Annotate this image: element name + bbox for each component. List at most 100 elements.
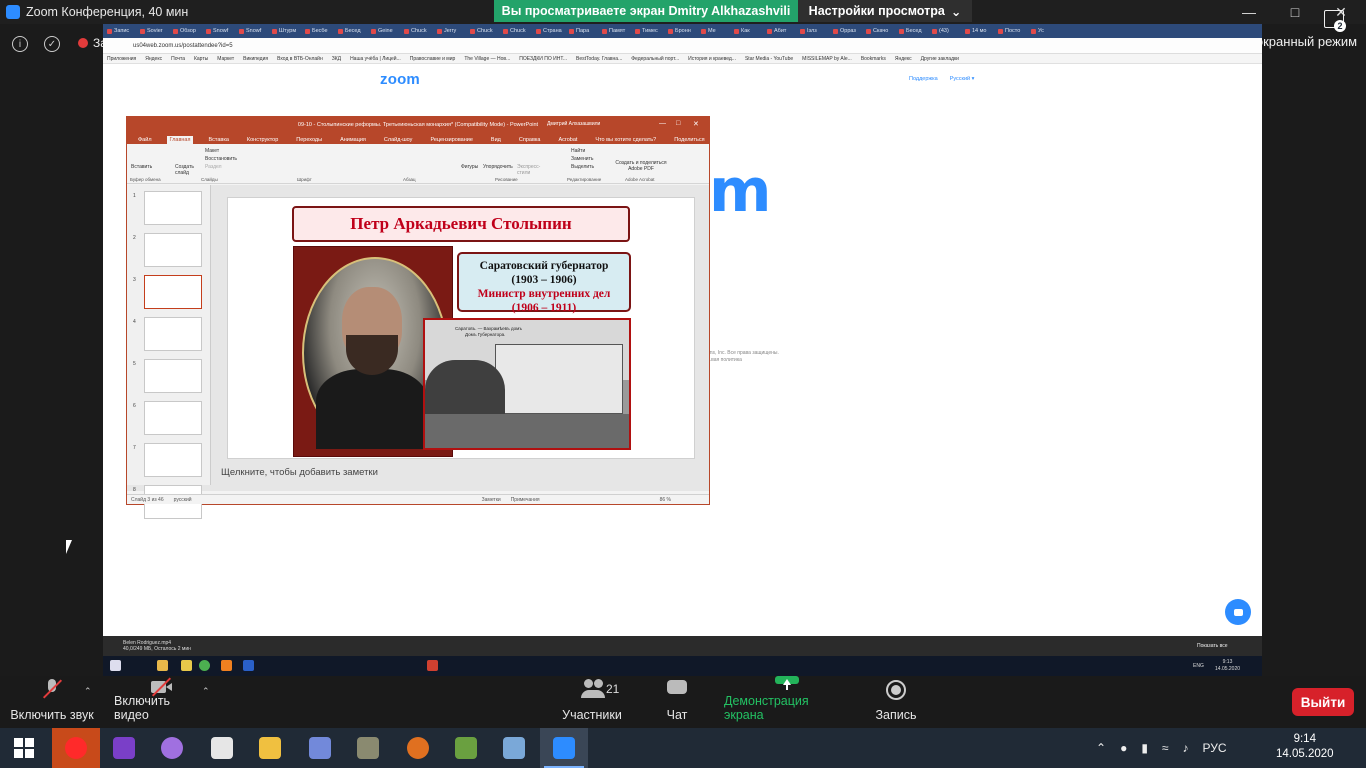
browser-tab: Скачо	[866, 28, 898, 34]
ppt-ribbon: Вставить Создать слайд Макет Восстановит…	[127, 144, 709, 184]
zoom-app-icon	[6, 5, 20, 19]
tray-wifi-icon[interactable]: ≈	[1162, 741, 1169, 755]
tab-favicon-icon	[932, 28, 937, 34]
browser-tab-label: Памят	[609, 28, 626, 34]
remote-ppt-icon	[427, 660, 438, 671]
view-options-dropdown[interactable]: Настройки просмотра ⌄	[798, 0, 972, 22]
start-video-button[interactable]: Включить видео	[114, 676, 208, 728]
taskbar-file-explorer[interactable]	[246, 728, 294, 768]
opera-icon	[65, 737, 87, 759]
bookmarks-bar: Приложения Яндекс Почта Карты Маркет Википеди…	[103, 54, 1262, 64]
leave-meeting-button[interactable]: Выйти	[1292, 688, 1354, 716]
tab-favicon-icon	[338, 28, 343, 34]
browser-tab-label: Geine	[378, 28, 393, 34]
camera-off-icon	[150, 676, 172, 693]
minimize-button[interactable]: —	[1226, 0, 1272, 24]
start-button[interactable]	[0, 728, 48, 768]
bookmark-item: Яндекс	[894, 55, 912, 62]
slide-thumbnail	[144, 275, 202, 309]
participants-label: Участники	[562, 708, 622, 722]
shapes-button: Фигуры	[461, 164, 479, 170]
zoom-control-bar: Включить звук ⌃ Включить видео ⌃ Участни…	[0, 676, 1366, 728]
browser-tab: Chuck	[503, 28, 535, 34]
windows-logo-icon	[13, 737, 35, 759]
taskbar-date: 14.05.2020	[1276, 748, 1334, 760]
chat-button[interactable]: Чат	[660, 676, 694, 728]
ppt-close-icon: ✕	[693, 121, 699, 128]
tab-favicon-icon	[371, 28, 376, 34]
tab-favicon-icon	[503, 28, 508, 34]
browser-tab: Бесед	[899, 28, 931, 34]
browser-tab-label: Бронн	[675, 28, 691, 34]
recording-dot-icon	[78, 38, 88, 48]
record-button[interactable]: Запись	[874, 676, 918, 728]
ribbon-group-paragraph: Абзац	[403, 177, 416, 182]
tab-favicon-icon	[866, 28, 871, 34]
system-tray: ⌃ ● ▮ ≈ ♪ РУС	[1096, 728, 1227, 768]
taskbar-visual-studio[interactable]	[100, 728, 148, 768]
taskbar-discord[interactable]	[296, 728, 344, 768]
bookmark-item: История и краевед...	[688, 55, 736, 62]
security-shield-icon[interactable]: ✓	[44, 36, 60, 52]
taskbar-clock[interactable]: 9:14 14.05.2020	[1276, 732, 1334, 762]
unity-icon	[211, 737, 233, 759]
slide-line-4: (1906 – 1911)	[511, 302, 577, 314]
download-bar: Belen Rodriguez.mp4 40,0/249 МБ, Осталос…	[103, 636, 1262, 656]
audio-options-caret[interactable]: ⌃	[84, 686, 92, 697]
meeting-info-icon[interactable]: i	[12, 36, 28, 52]
section-button: Раздел	[205, 164, 222, 170]
remote-date: 14.05.2020	[1215, 666, 1241, 672]
ppt-tab: Рецензирование	[430, 137, 473, 143]
layout-button: Макет	[205, 148, 220, 154]
tab-favicon-icon	[569, 28, 574, 34]
replace-button: Заменить	[571, 156, 594, 162]
tray-language[interactable]: РУС	[1203, 741, 1227, 755]
tab-favicon-icon	[965, 28, 970, 34]
zoom-footer: ..ns, Inc. Все права защищены. ...вая по…	[707, 350, 779, 364]
tab-favicon-icon	[404, 28, 409, 34]
tray-volume-icon[interactable]: ♪	[1183, 741, 1189, 755]
bookmark-item: Вход в ВТБ-Онлайн	[277, 55, 323, 62]
remote-vlc-icon	[221, 660, 232, 671]
slide-info-box: Саратовский губернатор (1903 – 1906) Мин…	[457, 252, 631, 314]
ppt-tab: Анимация	[340, 137, 366, 143]
visual-studio-icon	[113, 737, 135, 759]
maximize-button[interactable]: □	[1272, 0, 1318, 24]
browser-tab-label: Бесбе	[312, 28, 328, 34]
zoom-large-logo-text: m	[709, 156, 772, 226]
slide-title: Петр Аркадьевич Столыпин	[292, 206, 630, 242]
tray-microphone-icon[interactable]: ●	[1120, 741, 1127, 755]
ppt-tab: Справка	[518, 137, 541, 143]
slide-thumbnail	[144, 317, 202, 351]
thumbnail-number: 3	[133, 277, 136, 283]
tab-favicon-icon	[833, 28, 838, 34]
photo-app-icon	[357, 737, 379, 759]
browser-tab: Как	[734, 28, 766, 34]
ppt-tab: Вставка	[208, 137, 229, 143]
browser-tab-strip: Запис Sovier Обзор Snowf Snowf Штурм Бесбе Бесе…	[103, 24, 1262, 38]
taskbar-plot-app[interactable]	[442, 728, 490, 768]
unmute-button[interactable]: Включить звук	[10, 676, 94, 728]
taskbar-photo-app[interactable]	[344, 728, 392, 768]
share-screen-button[interactable]: Демонстрация экрана	[724, 676, 850, 728]
taskbar-video-app[interactable]	[148, 728, 196, 768]
tray-battery-icon[interactable]: ▮	[1141, 741, 1148, 755]
video-options-caret[interactable]: ⌃	[202, 686, 210, 697]
taskbar-zoom[interactable]	[540, 728, 588, 768]
tab-favicon-icon	[536, 28, 541, 34]
remote-clock: 9:13 14.05.2020	[1215, 659, 1240, 673]
chat-label: Чат	[666, 708, 688, 722]
ppt-minimize-icon: —	[659, 120, 666, 127]
tab-favicon-icon	[602, 28, 607, 34]
taskbar-opera[interactable]	[52, 728, 100, 768]
browser-tab-label: Абит	[774, 28, 787, 34]
browser-tab: Sovier	[140, 28, 172, 34]
taskbar-unity[interactable]	[198, 728, 246, 768]
powerpoint-window: 09-10 - Столыпинские реформы. Третьеиюнь…	[126, 116, 710, 519]
mouse-cursor-icon	[66, 540, 72, 554]
tab-favicon-icon	[272, 28, 277, 34]
tray-expand-icon[interactable]: ⌃	[1096, 741, 1106, 755]
browser-tab: Пара	[569, 28, 601, 34]
taskbar-calculator[interactable]	[490, 728, 538, 768]
taskbar-orange-app[interactable]	[394, 728, 442, 768]
